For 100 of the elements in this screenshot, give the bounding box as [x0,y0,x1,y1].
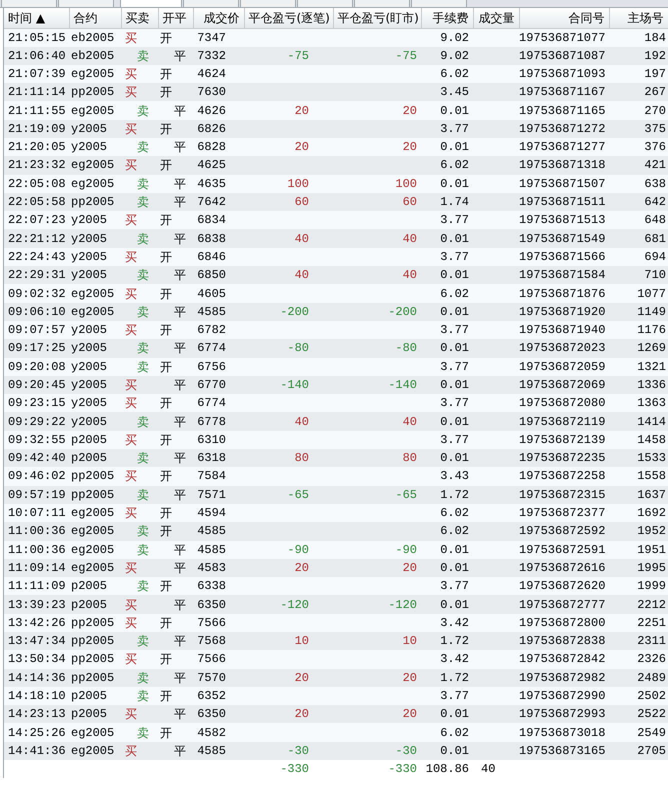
price-cell: 6778 [197,414,226,429]
price-cell: 4625 [197,158,226,172]
order-number-cell: 197536871093 [519,66,606,81]
time-cell: 09:42:40 [8,451,66,466]
contract-cell: eg2005 [71,542,114,557]
pnl-cell: -75 [287,48,309,63]
order-number-cell: 197536872777 [519,598,606,612]
exchange-number-cell: 2212 [637,598,666,612]
price-cell: 7642 [197,195,226,210]
exchange-number-cell: 681 [644,232,666,246]
side-cell: 卖 [137,689,149,704]
tab[interactable] [58,0,114,7]
time-cell: 13:47:34 [8,634,66,648]
offset-cell: 平 [174,341,186,356]
fee-cell: 3.77 [440,213,469,228]
time-cell: 14:25:26 [8,726,66,740]
price-cell: 6782 [197,323,226,338]
exchange-number-cell: 197 [644,66,666,81]
exchange-number-cell: 710 [644,268,666,282]
column-header[interactable]: 主场号 [609,8,668,28]
pnl-cell: -120 [280,598,309,612]
tab[interactable] [120,0,182,7]
tab[interactable] [411,0,467,7]
side-cell: 买 [125,250,137,264]
fee-cell: 3.77 [440,689,469,704]
side-cell: 买 [125,469,137,484]
exchange-number-cell: 1077 [637,286,666,300]
pnl-cell: -140 [388,378,417,392]
time-cell: 14:23:13 [8,707,66,722]
price-cell: 7571 [197,488,226,502]
column-header[interactable]: 买卖 [121,8,158,28]
order-number-cell: 197536872838 [519,634,606,648]
tab[interactable] [354,0,410,7]
tab[interactable] [297,0,353,7]
side-cell: 买 [125,213,137,228]
order-number-cell: 197536872059 [519,360,606,374]
order-number-cell: 197536872800 [519,616,606,630]
time-cell: 21:07:39 [8,66,66,81]
column-header[interactable]: 合约 [69,8,121,28]
pnl-cell: 80 [402,451,417,466]
side-cell: 卖 [137,341,149,356]
side-cell: 卖 [137,542,149,557]
side-cell: 卖 [137,268,149,282]
tab[interactable] [1,0,57,7]
time-cell: 11:09:14 [8,560,66,575]
column-header[interactable]: 手续费 [421,8,473,28]
tab[interactable] [183,0,239,7]
column-header[interactable]: 成交量 [473,8,519,28]
order-number-cell: 197536872069 [519,378,606,392]
price-cell: 6850 [197,268,226,282]
column-header[interactable]: 时间 ▲ [4,8,69,28]
contract-cell: y2005 [71,396,108,410]
column-header[interactable]: 平仓盈亏(逐笔) [244,8,333,28]
offset-cell: 开 [160,66,172,81]
column-header[interactable]: 成交价 [193,8,244,28]
side-cell: 卖 [137,670,149,685]
contract-cell: eb2005 [71,48,114,63]
pnl-cell: -30 [395,744,417,758]
offset-cell: 平 [174,268,186,282]
offset-cell: 开 [160,323,172,338]
time-cell: 09:46:02 [8,469,66,484]
price-cell: 4585 [197,744,226,758]
exchange-number-cell: 192 [644,48,666,63]
time-cell: 13:39:23 [8,598,66,612]
price-cell: 7566 [197,616,226,630]
exchange-number-cell: 694 [644,250,666,264]
order-number-cell: 197536871566 [519,250,606,264]
fee-cell: 0.01 [440,542,469,557]
column-header[interactable]: 合同号 [519,8,609,28]
pnl-cell: -200 [280,304,309,319]
side-cell: 买 [125,158,137,172]
contract-cell: eg2005 [71,286,114,300]
contract-cell: y2005 [71,232,108,246]
offset-cell: 开 [160,524,172,538]
exchange-number-cell: 1637 [637,488,666,502]
side-cell: 卖 [137,634,149,648]
offset-cell: 平 [174,634,186,648]
price-cell: 6770 [197,378,226,392]
pnl-cell: 100 [395,176,417,191]
fee-cell: 0.01 [440,304,469,319]
order-number-cell: 197536871549 [519,232,606,246]
column-header[interactable]: 平仓盈亏(盯市) [333,8,421,28]
contract-cell: eg2005 [71,744,114,758]
pnl-cell: -30 [287,744,309,758]
fee-cell: 3.77 [440,432,469,447]
exchange-number-cell: 1363 [637,396,666,410]
contract-cell: eg2005 [71,506,114,520]
side-cell: 买 [125,598,137,612]
side-cell: 卖 [137,140,149,154]
offset-cell: 开 [160,396,172,410]
pnl-cell: 80 [294,451,309,466]
column-header[interactable]: 开平 [158,8,193,28]
side-cell: 买 [125,66,137,81]
pnl-cell: 40 [294,414,309,429]
tab[interactable] [240,0,296,7]
offset-cell: 平 [174,232,186,246]
offset-cell: 平 [174,195,186,210]
exchange-number-cell: 648 [644,213,666,228]
time-cell: 22:05:08 [8,176,66,191]
offset-cell: 开 [160,158,172,172]
